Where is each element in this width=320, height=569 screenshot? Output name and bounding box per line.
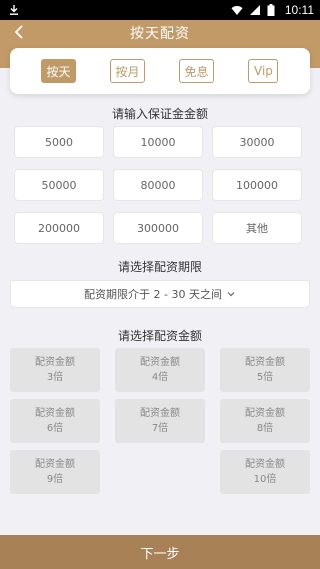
- battery-icon: [267, 4, 279, 16]
- multiplier-label: 配资金额: [245, 459, 285, 470]
- multiplier-times: 8倍: [256, 423, 274, 434]
- multiplier-option[interactable]: 配资金额 5倍: [220, 348, 310, 392]
- next-button[interactable]: 下一步: [0, 535, 320, 569]
- deposit-heading: 请输入保证金金额: [111, 107, 208, 121]
- back-button[interactable]: [10, 24, 28, 42]
- multiplier-option[interactable]: 配资金额 8倍: [220, 399, 310, 443]
- multiplier-placeholder: [115, 450, 205, 494]
- tab-daily[interactable]: 按天: [41, 59, 76, 83]
- period-select-text: 配资期限介于 2 - 30 天之间: [84, 288, 222, 301]
- deposit-option[interactable]: 300000: [113, 212, 203, 244]
- multiplier-times: 6倍: [46, 423, 64, 434]
- multiplier-times: 3倍: [46, 372, 64, 383]
- deposit-option[interactable]: 30000: [212, 126, 302, 158]
- deposit-option[interactable]: 200000: [14, 212, 104, 244]
- multiplier-option[interactable]: 配资金额 4倍: [115, 348, 205, 392]
- deposit-option[interactable]: 10000: [113, 126, 203, 158]
- period-heading: 请选择配资期限: [117, 260, 202, 274]
- multiplier-options: 配资金额 3倍 配资金额 4倍 配资金额 5倍 配资金额 6倍 配资金额 7倍 …: [10, 348, 310, 494]
- chevron-left-icon: [14, 24, 24, 43]
- multiplier-label: 配资金额: [35, 408, 75, 419]
- multiplier-times: 10倍: [253, 474, 277, 485]
- tab-vip[interactable]: Vip: [248, 59, 279, 83]
- deposit-option[interactable]: 5000: [14, 126, 104, 158]
- tab-interest-free[interactable]: 免息: [179, 59, 214, 83]
- multiplier-label: 配资金额: [245, 357, 285, 368]
- multiplier-label: 配资金额: [245, 408, 285, 419]
- period-select[interactable]: 配资期限介于 2 - 30 天之间: [10, 280, 310, 308]
- deposit-option[interactable]: 80000: [113, 169, 203, 201]
- multiplier-option[interactable]: 配资金额 7倍: [115, 399, 205, 443]
- multiplier-times: 5倍: [256, 372, 274, 383]
- status-time: 10:11: [284, 3, 314, 17]
- multiplier-option[interactable]: 配资金额 9倍: [10, 450, 100, 494]
- mode-tabs: 按天 按月 免息 Vip: [10, 48, 310, 94]
- nav-bar: 按天配资: [0, 20, 320, 46]
- deposit-option[interactable]: 50000: [14, 169, 104, 201]
- deposit-options: 5000 10000 30000 50000 80000 100000 2000…: [14, 126, 302, 244]
- multiplier-times: 7倍: [151, 423, 169, 434]
- multiplier-label: 配资金额: [140, 408, 180, 419]
- deposit-option-other[interactable]: 其他: [212, 212, 302, 244]
- multiplier-times: 4倍: [151, 372, 169, 383]
- multiplier-label: 配资金额: [35, 459, 75, 470]
- multiplier-label: 配资金额: [140, 357, 180, 368]
- multiplier-times: 9倍: [46, 474, 64, 485]
- tab-monthly[interactable]: 按月: [110, 59, 145, 83]
- page-title: 按天配资: [130, 26, 190, 42]
- multiplier-heading: 请选择配资金额: [117, 329, 202, 343]
- status-bar: 10:11: [0, 0, 320, 20]
- download-icon: [8, 4, 20, 16]
- chevron-down-icon: [226, 289, 236, 299]
- multiplier-option[interactable]: 配资金额 3倍: [10, 348, 100, 392]
- multiplier-option[interactable]: 配资金额 6倍: [10, 399, 100, 443]
- wifi-icon: [231, 4, 243, 16]
- multiplier-label: 配资金额: [35, 357, 75, 368]
- multiplier-option[interactable]: 配资金额 10倍: [220, 450, 310, 494]
- deposit-option[interactable]: 100000: [212, 169, 302, 201]
- signal-icon: [249, 4, 261, 16]
